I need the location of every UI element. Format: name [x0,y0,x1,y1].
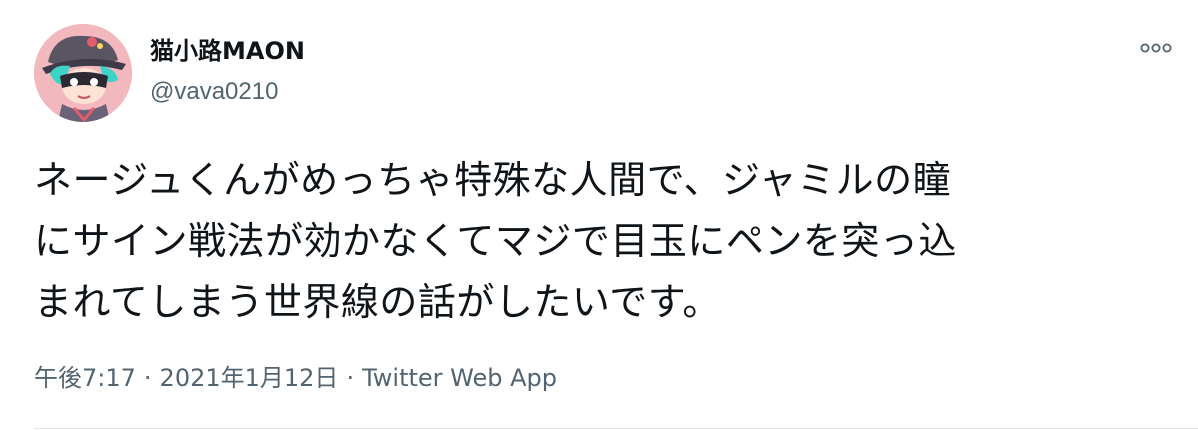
more-horizontal-icon [1140,43,1172,53]
tweet-text-line: にサイン戦法が効かなくてマジで目玉にペンを突っ込 [34,219,957,263]
divider [34,428,1198,429]
profile-avatar[interactable] [34,24,132,122]
tweet-time[interactable]: 午後7:17 [34,362,136,394]
display-name[interactable]: 猫小路MAON [150,34,305,68]
tweet-text: ネージュくんがめっちゃ特殊な人間で、ジャミルの瞳 にサイン戦法が効かなくてマジで… [34,150,1174,333]
tweet-source[interactable]: Twitter Web App [362,362,557,394]
tweet-date[interactable]: 2021年1月12日 [160,362,339,394]
user-handle[interactable]: @vava0210 [150,76,305,108]
avatar-illustration [34,24,132,122]
meta-separator: · [346,364,355,392]
tweet-text-line: まれてしまう世界線の話がしたいです。 [34,280,721,324]
user-info: 猫小路MAON @vava0210 [150,34,305,108]
tweet-card: 猫小路MAON @vava0210 ネージュくんがめっちゃ特殊な人間で、ジャミル… [0,0,1198,430]
tweet-metadata: 午後7:17 · 2021年1月12日 · Twitter Web App [34,362,557,394]
more-options-button[interactable] [1138,36,1174,60]
meta-separator: · [143,364,152,392]
tweet-text-line: ネージュくんがめっちゃ特殊な人間で、ジャミルの瞳 [34,158,952,202]
